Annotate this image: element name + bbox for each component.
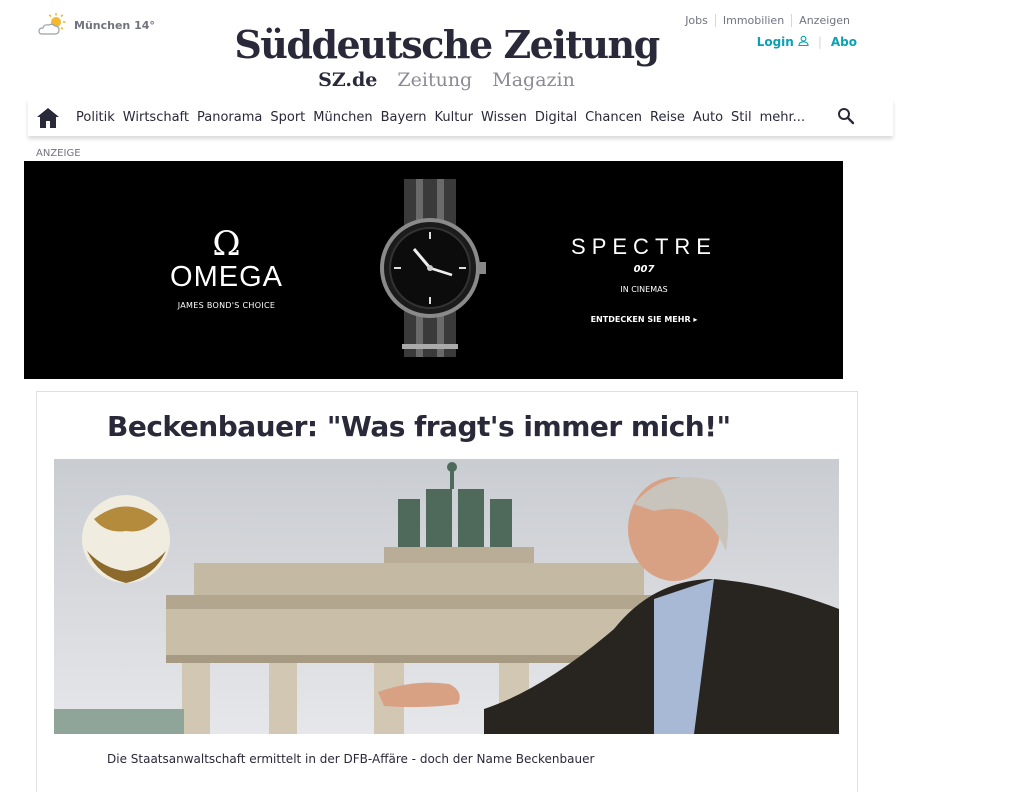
omega-brand: Ω OMEGA JAMES BOND'S CHOICE xyxy=(164,227,289,310)
account-links: Login | Abo xyxy=(757,35,857,49)
ad-cta-link[interactable]: ENTDECKEN SIE MEHR ▸ xyxy=(544,315,744,324)
nav-item-stil[interactable]: Stil xyxy=(731,110,752,125)
nav-item-wissen[interactable]: Wissen xyxy=(481,110,527,125)
home-icon[interactable] xyxy=(36,106,60,130)
service-links: Jobs Immobilien Anzeigen xyxy=(678,14,857,27)
link-jobs[interactable]: Jobs xyxy=(678,14,715,27)
nav-item-chancen[interactable]: Chancen xyxy=(585,110,642,125)
ad-brand-name: OMEGA xyxy=(170,261,283,293)
search-icon[interactable] xyxy=(837,107,855,129)
ad-banner[interactable]: Ω OMEGA JAMES BOND'S CHOICE SPECTRE 007 xyxy=(24,161,843,379)
link-zeitung[interactable]: Zeitung xyxy=(397,69,472,91)
spectre-promo: SPECTRE 007 IN CINEMAS ENTDECKEN SIE MEH… xyxy=(544,234,744,324)
nav-item-panorama[interactable]: Panorama xyxy=(197,110,262,125)
article-photo[interactable] xyxy=(54,459,839,734)
nav-menu: Politik Wirtschaft Panorama Sport Münche… xyxy=(76,110,813,125)
nav-item-muenchen[interactable]: München xyxy=(313,110,372,125)
article-summary: Die Staatsanwaltschaft ermittelt in der … xyxy=(107,752,595,766)
ad-cinemas-text: IN CINEMAS xyxy=(620,285,668,294)
link-sz-de[interactable]: SZ.de xyxy=(318,69,377,91)
nav-item-kultur[interactable]: Kultur xyxy=(435,110,473,125)
article-headline[interactable]: Beckenbauer: "Was fragt's immer mich!" xyxy=(107,410,731,443)
separator: | xyxy=(817,35,822,49)
link-immobilien[interactable]: Immobilien xyxy=(714,14,791,27)
watch-image xyxy=(374,179,494,363)
link-anzeigen[interactable]: Anzeigen xyxy=(791,14,857,27)
nav-item-reise[interactable]: Reise xyxy=(650,110,685,125)
ad-label: ANZEIGE xyxy=(36,148,81,159)
article-teaser[interactable]: Beckenbauer: "Was fragt's immer mich!" D… xyxy=(36,391,858,792)
ad-brand-tagline: JAMES BOND'S CHOICE xyxy=(177,301,276,310)
007-logo-icon: 007 xyxy=(633,264,655,275)
nav-item-wirtschaft[interactable]: Wirtschaft xyxy=(123,110,189,125)
main-navigation: Politik Wirtschaft Panorama Sport Münche… xyxy=(28,99,893,136)
login-link[interactable]: Login xyxy=(757,35,794,49)
nav-item-mehr[interactable]: mehr... xyxy=(760,110,805,125)
abo-link[interactable]: Abo xyxy=(831,35,857,49)
nav-item-auto[interactable]: Auto xyxy=(693,110,723,125)
user-icon[interactable] xyxy=(794,35,809,49)
nav-item-sport[interactable]: Sport xyxy=(270,110,305,125)
nav-item-digital[interactable]: Digital xyxy=(535,110,577,125)
nav-item-politik[interactable]: Politik xyxy=(76,110,115,125)
brand-links: SZ.de Zeitung Magazin xyxy=(0,68,893,92)
link-magazin[interactable]: Magazin xyxy=(492,69,575,91)
omega-logo-icon: Ω xyxy=(212,224,241,264)
ad-film-title: SPECTRE xyxy=(571,234,717,259)
nav-item-bayern[interactable]: Bayern xyxy=(381,110,427,125)
